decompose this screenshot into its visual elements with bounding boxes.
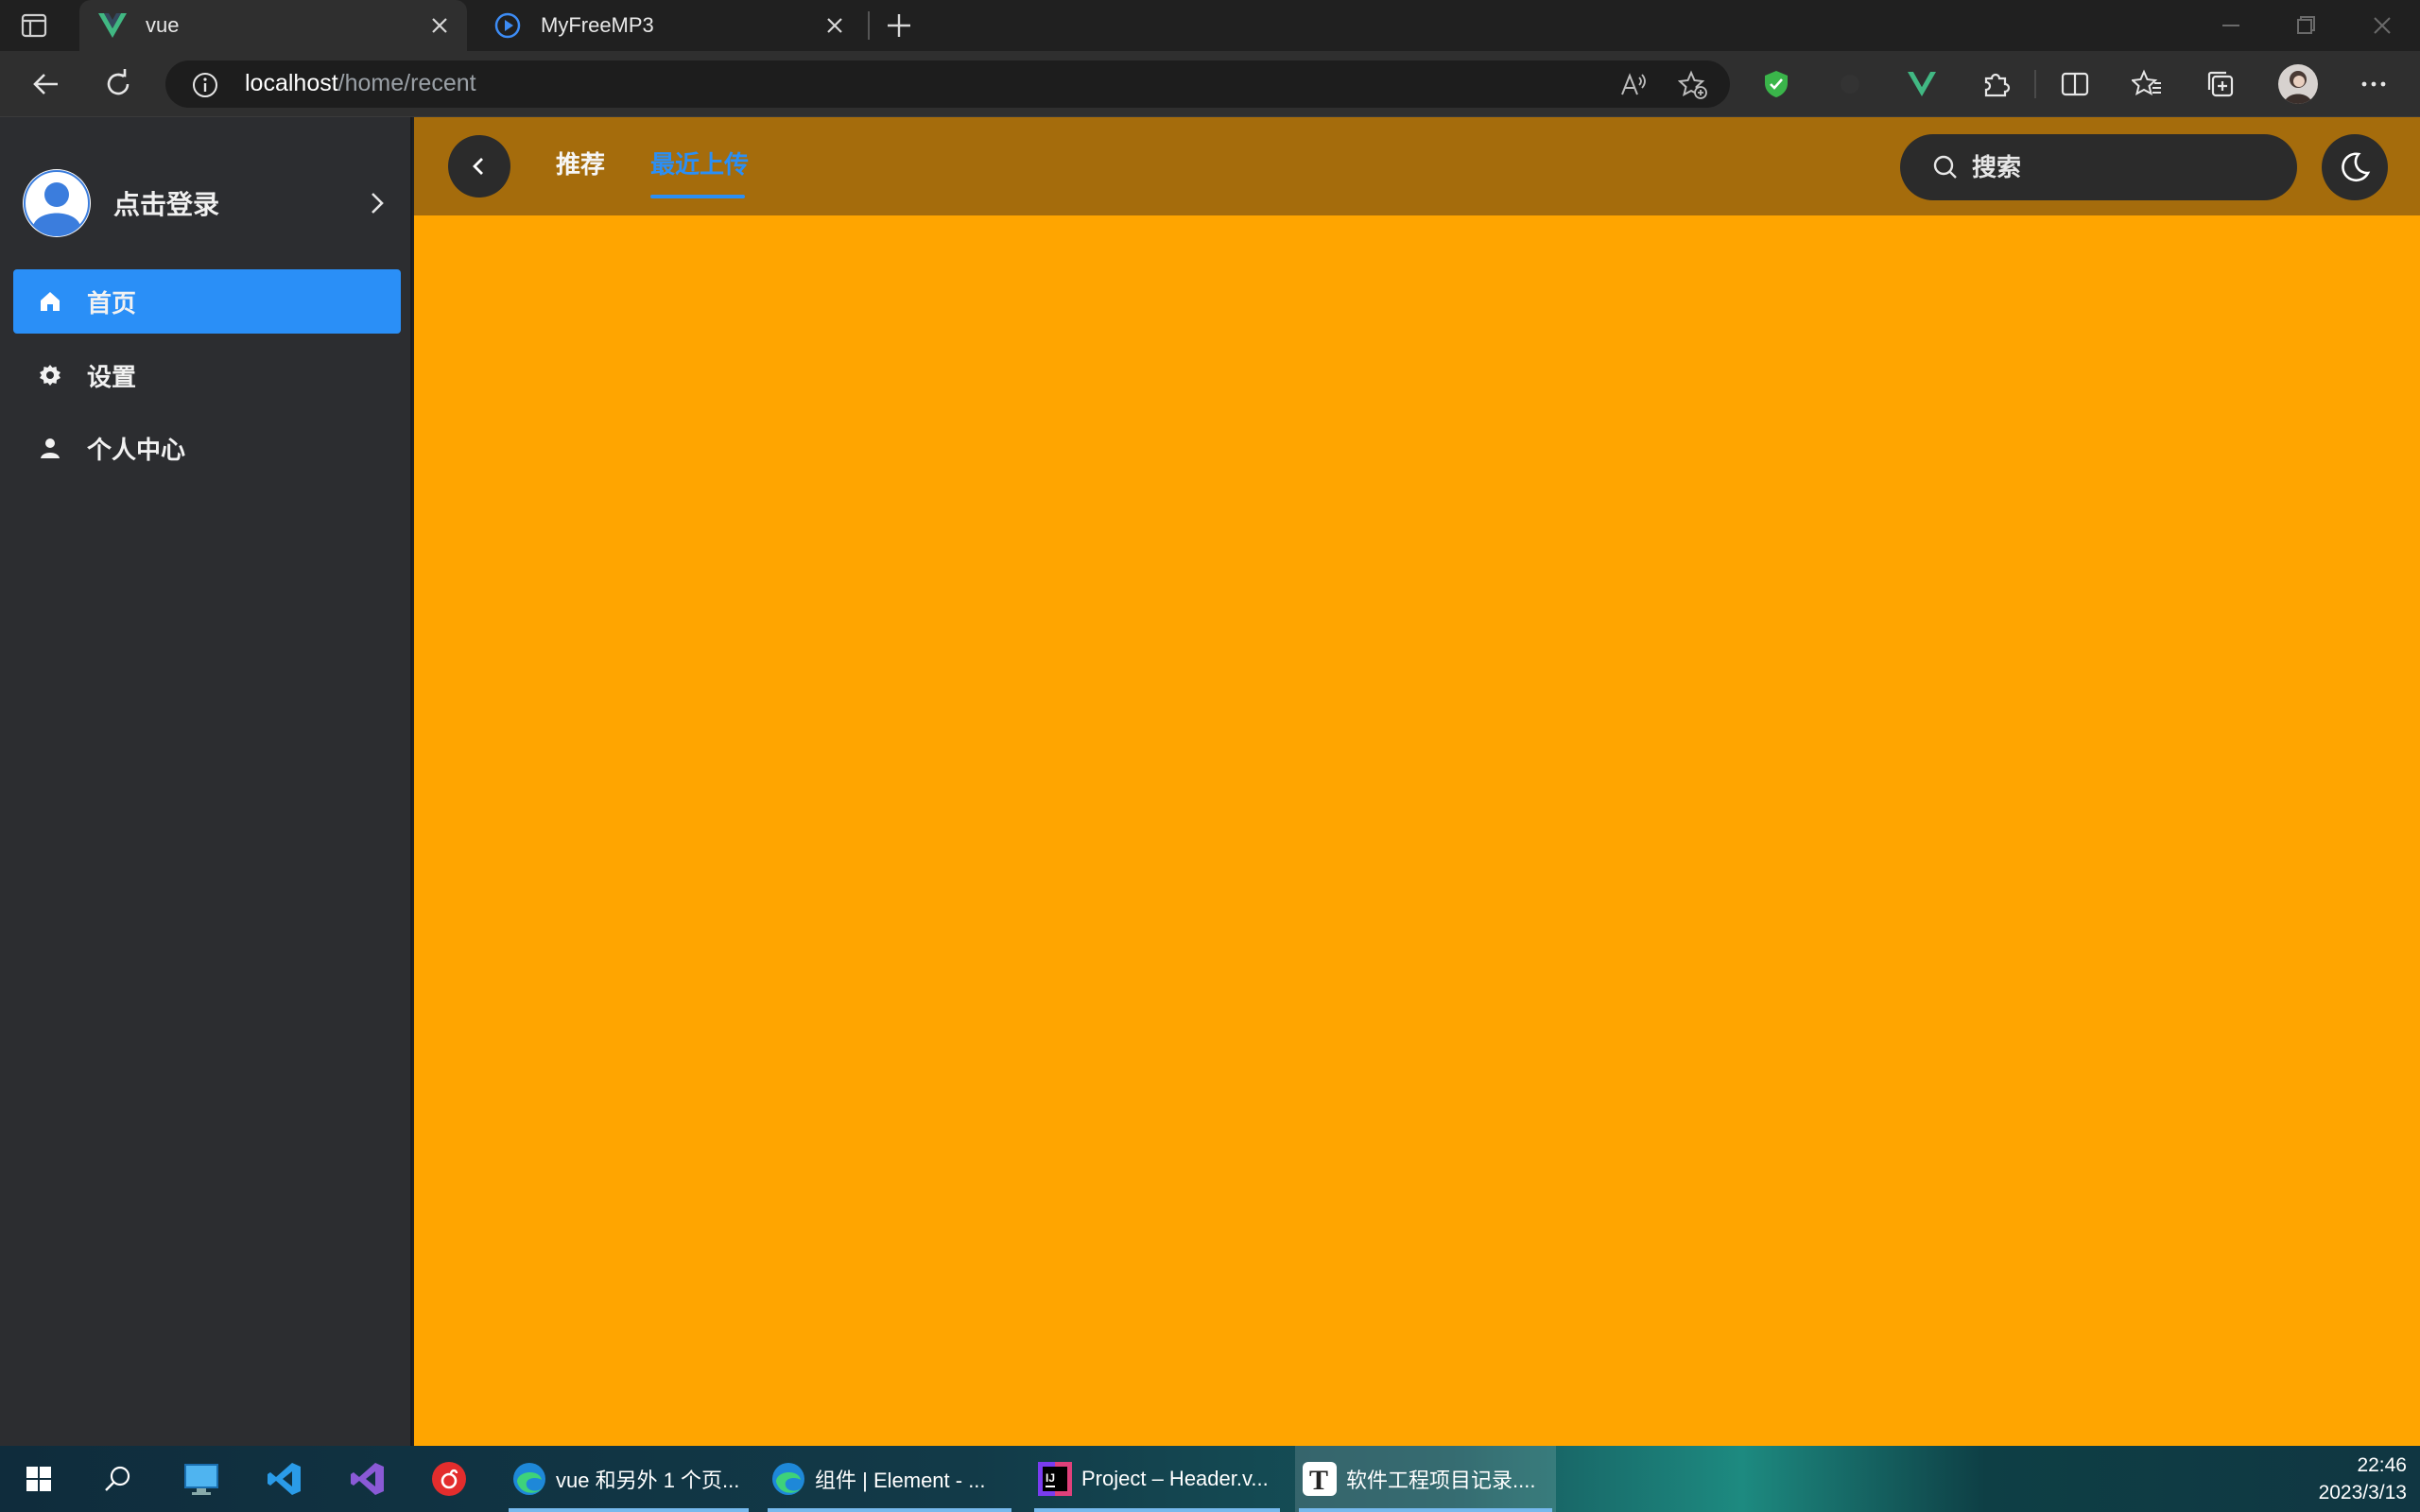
profile-avatar[interactable] <box>2278 64 2318 104</box>
chevron-left-icon <box>473 158 483 175</box>
search-icon <box>1932 154 1959 180</box>
sidebar-item-label: 首页 <box>87 288 137 318</box>
edge-icon <box>769 1460 807 1498</box>
url-host: localhost <box>245 70 338 96</box>
login-entry[interactable]: 点击登录 <box>23 168 391 238</box>
taskbar-app-label: 软件工程项目记录.... <box>1346 1469 1536 1492</box>
browser-tab-strip: vue MyFreeMP3 <box>0 0 2420 51</box>
browser-toolbar: localhost/home/recent <box>0 51 2420 117</box>
favorites-icon[interactable] <box>2129 66 2165 102</box>
svg-text:T: T <box>1309 1465 1328 1496</box>
toolbar-divider <box>2034 70 2036 98</box>
login-label: 点击登录 <box>113 190 220 219</box>
active-tab-indicator <box>650 195 745 198</box>
back-arrow-icon[interactable] <box>28 66 64 102</box>
restore-icon[interactable] <box>2291 11 2320 40</box>
windows-taskbar: vue 和另外 1 个页... 组件 | Element - ... IJ Pr… <box>0 1446 2420 1512</box>
taskbar-app-typora[interactable]: T 软件工程项目记录.... <box>1295 1446 1556 1512</box>
taskbar-app-label: vue 和另外 1 个页... <box>556 1469 740 1492</box>
intellij-icon: IJ <box>1036 1460 1074 1498</box>
tab-title: vue <box>146 13 180 37</box>
close-tab-icon[interactable] <box>821 11 849 40</box>
add-favorite-icon[interactable] <box>1677 70 1708 100</box>
more-options-icon[interactable] <box>2356 66 2392 102</box>
visual-studio-icon[interactable] <box>346 1446 389 1512</box>
tab-myfreemp3[interactable]: MyFreeMP3 <box>475 0 862 51</box>
url-text[interactable]: localhost/home/recent <box>245 70 476 97</box>
tab-recommend[interactable]: 推荐 <box>556 146 605 180</box>
user-icon <box>38 436 62 460</box>
windows-start-icon[interactable] <box>17 1446 60 1512</box>
app-header: 推荐 最近上传 <box>414 117 2420 215</box>
back-button[interactable] <box>448 135 510 198</box>
minimize-icon[interactable] <box>2217 11 2245 40</box>
tab-actions-icon[interactable] <box>21 13 49 38</box>
taskbar-app-edge-element[interactable]: 组件 | Element - ... <box>764 1446 1015 1512</box>
default-avatar-icon <box>23 169 91 237</box>
screen: vue MyFreeMP3 localhost/home/recent 点击登录… <box>0 0 2420 1512</box>
main-content: 推荐 最近上传 <box>414 117 2420 1446</box>
app-window: 点击登录 首页 设置 个人中心 推荐 最近上传 搜索 <box>0 117 2420 1446</box>
address-bar[interactable]: localhost/home/recent <box>165 60 1730 108</box>
svg-text:IJ: IJ <box>1046 1471 1055 1485</box>
play-circle-icon <box>493 11 522 40</box>
extensions-puzzle-icon[interactable] <box>1978 66 2014 102</box>
moon-icon <box>2342 152 2371 182</box>
hidden-extension-icon[interactable] <box>1832 66 1868 102</box>
sidebar-item-home[interactable]: 首页 <box>13 269 401 334</box>
sidebar-item-settings[interactable]: 设置 <box>13 343 401 407</box>
gear-icon <box>38 363 62 387</box>
close-tab-icon[interactable] <box>425 11 454 40</box>
taskbar-app-label: Project – Header.v... <box>1081 1467 1269 1490</box>
url-path: /home/recent <box>337 70 476 96</box>
vue-devtools-icon[interactable] <box>1904 66 1940 102</box>
new-tab-icon[interactable] <box>885 11 913 40</box>
tab-separator <box>868 11 870 40</box>
tab-recent-uploads[interactable]: 最近上传 <box>650 146 749 180</box>
read-aloud-icon[interactable] <box>1618 70 1649 100</box>
collections-icon[interactable] <box>2203 66 2238 102</box>
vscode-icon[interactable] <box>263 1446 306 1512</box>
tab-vue[interactable]: vue <box>79 0 467 51</box>
close-window-icon[interactable] <box>2368 11 2396 40</box>
system-clock[interactable]: 22:46 2023/3/13 <box>2319 1452 2407 1506</box>
sidebar-item-label: 设置 <box>87 362 137 391</box>
desktop-monitor-icon[interactable] <box>180 1446 223 1512</box>
search-input[interactable] <box>1972 152 2256 182</box>
taskbar-app-intellij[interactable]: IJ Project – Header.v... <box>1030 1446 1284 1512</box>
chevron-right-icon <box>363 189 391 217</box>
edge-icon <box>510 1460 548 1498</box>
typora-icon: T <box>1301 1460 1339 1498</box>
site-info-icon[interactable] <box>192 72 218 98</box>
home-icon <box>38 289 62 314</box>
search-box[interactable] <box>1900 134 2297 200</box>
refresh-icon[interactable] <box>100 66 136 102</box>
taskbar-app-edge-vue[interactable]: vue 和另外 1 个页... <box>505 1446 752 1512</box>
dark-mode-toggle[interactable] <box>2322 134 2388 200</box>
sidebar-item-profile[interactable]: 个人中心 <box>13 416 401 480</box>
taskbar-search-icon[interactable] <box>96 1446 140 1512</box>
split-screen-icon[interactable] <box>2057 66 2093 102</box>
tab-title: MyFreeMP3 <box>541 13 654 37</box>
vue-logo-icon <box>98 11 127 40</box>
netease-music-icon[interactable] <box>427 1446 471 1512</box>
clock-time: 22:46 <box>2357 1454 2407 1476</box>
sidebar: 点击登录 首页 设置 个人中心 <box>0 117 412 1446</box>
taskbar-app-label: 组件 | Element - ... <box>815 1469 986 1492</box>
clock-date: 2023/3/13 <box>2318 1482 2407 1503</box>
sidebar-item-label: 个人中心 <box>87 435 186 464</box>
shield-extension-icon[interactable] <box>1758 66 1794 102</box>
